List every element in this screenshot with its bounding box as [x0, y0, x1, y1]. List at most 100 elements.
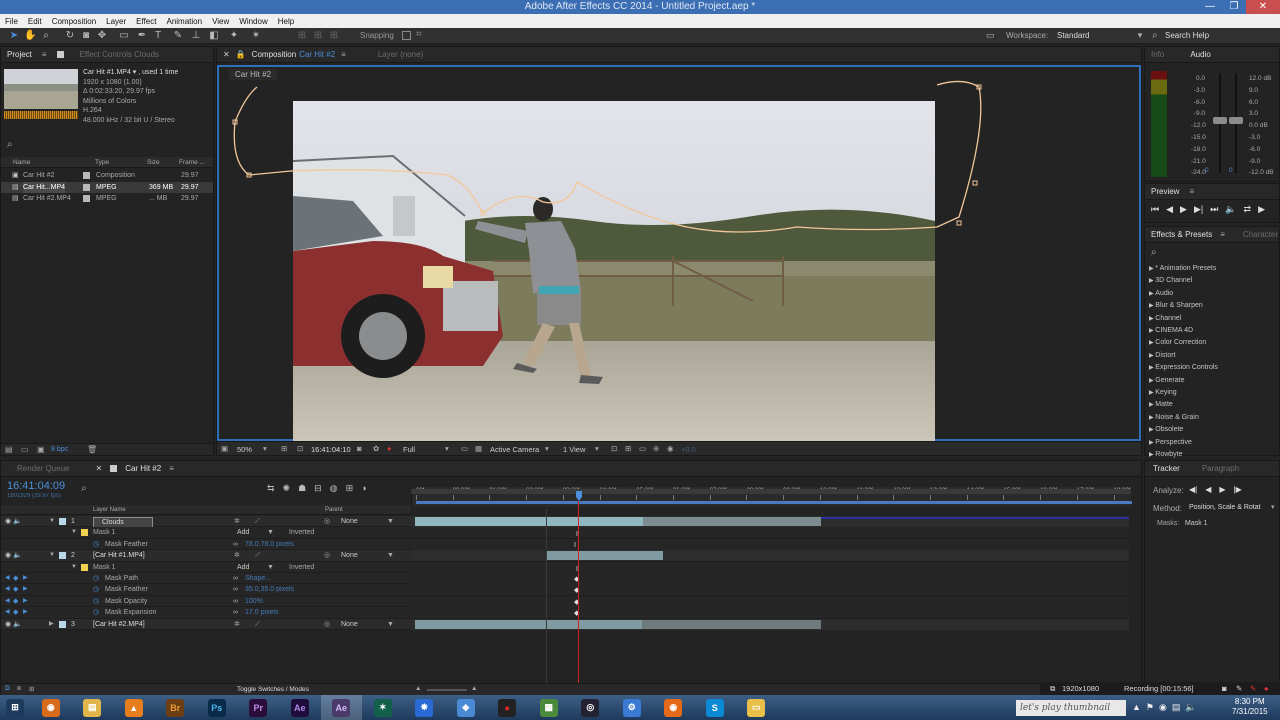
search-icon[interactable]: ⌕ [81, 483, 87, 494]
stopwatch-icon[interactable]: ◷ [93, 607, 99, 618]
analyze-forward-1-icon[interactable]: |▶ [1234, 485, 1242, 494]
magnification-dropdown[interactable]: 50% [237, 445, 252, 454]
inverted-checkbox[interactable]: Inverted [289, 562, 314, 573]
search-icon[interactable]: ⌕ [1151, 247, 1157, 258]
menu-window[interactable]: Window [234, 17, 272, 26]
tab-layer[interactable]: Layer (none) [378, 50, 423, 59]
toggle-switches-modes-button[interactable]: Toggle Switches / Modes [237, 686, 309, 693]
parent-pickwhip-icon[interactable]: ◎ [324, 516, 330, 527]
label-color-swatch[interactable] [59, 552, 66, 560]
timeline-timecode[interactable]: 16:41:04:09 [7, 480, 65, 492]
audio-right-value[interactable]: 0 [1229, 167, 1233, 174]
clone-stamp-tool-icon[interactable]: ⊥ [190, 30, 202, 42]
taskbar-button[interactable]: Br [155, 695, 197, 720]
reset-exposure-icon[interactable]: ◉ [667, 444, 674, 453]
type-tool-icon[interactable]: T [152, 30, 164, 42]
effect-category[interactable]: ▶ Channel [1149, 313, 1279, 325]
volume-slider-left[interactable] [1213, 117, 1227, 124]
record-icon[interactable]: ● [1264, 684, 1269, 693]
keyframe-prev-icon[interactable]: ◀ [5, 573, 10, 584]
taskbar-button[interactable]: S [694, 695, 736, 720]
layer-bar[interactable] [415, 517, 643, 526]
taskbar-button[interactable]: ✶ [362, 695, 404, 720]
taskbar-button[interactable]: ◈ [445, 695, 487, 720]
pen-tool-icon[interactable]: ✒ [136, 30, 148, 42]
taskbar-thumbnail-label[interactable]: let's play thumbnail [1016, 700, 1126, 716]
tab-paragraph[interactable]: Paragraph [1202, 464, 1239, 473]
parent-dropdown[interactable]: None [341, 619, 358, 630]
show-snapshot-icon[interactable]: ✿ [373, 444, 379, 453]
parent-pickwhip-icon[interactable]: ◎ [324, 619, 330, 630]
network-icon[interactable]: ▤ [1172, 702, 1181, 713]
snapping-options-icon[interactable]: ⌗ [416, 29, 422, 40]
menu-layer[interactable]: Layer [101, 17, 131, 26]
loop-icon[interactable]: ⇄ [1244, 204, 1252, 215]
audio-toggle-icon[interactable]: 🔈 [13, 516, 22, 527]
stopwatch-icon[interactable]: ◷ [93, 596, 99, 607]
view-axis-icon[interactable]: ⊞ [328, 30, 340, 42]
stopwatch-icon[interactable]: ◷ [93, 539, 99, 550]
effect-category[interactable]: ▶ * Animation Presets [1149, 263, 1279, 275]
layer-bar[interactable] [547, 551, 663, 561]
always-preview-icon[interactable]: ▣ [221, 444, 228, 453]
taskbar-button[interactable]: ▭ [736, 695, 778, 720]
menu-view[interactable]: View [207, 17, 234, 26]
track-area[interactable]: ◆ [411, 584, 1129, 596]
layer-row[interactable]: ◉ 🔈 ▼ 2 [Car Hit #1.MP4] ✲ ⟋ ◎ None ▼ [1, 550, 1129, 562]
label-color-swatch[interactable] [59, 518, 66, 525]
camera-dropdown[interactable]: Active Camera [490, 445, 539, 454]
axis-mode-icon[interactable]: ⊞ [296, 30, 308, 42]
mask-row[interactable]: I ▼ Mask 1 Add ▼ Inverted [1, 527, 1129, 539]
chevron-down-icon[interactable]: ▾ [595, 444, 599, 453]
bpc-button[interactable]: 8 bpc [51, 446, 68, 453]
close-button[interactable]: ✕ [1246, 0, 1280, 14]
comp-viewer[interactable] [217, 67, 1141, 441]
link-icon[interactable]: ∞ [233, 539, 238, 550]
menu-help[interactable]: Help [273, 17, 299, 26]
close-icon[interactable]: ✕ [223, 50, 230, 59]
property-value[interactable]: 78.0,78.0 pixels [245, 539, 294, 550]
draw-icon[interactable]: ✎ [1236, 684, 1242, 693]
keyframe-add-icon[interactable]: ◆ [13, 596, 18, 607]
lock-icon[interactable]: 🔒 [236, 50, 246, 59]
transparency-grid-icon[interactable]: ▦ [475, 444, 482, 453]
taskbar-button[interactable]: ▤ [72, 695, 114, 720]
keyframe-prev-icon[interactable]: ◀ [5, 596, 10, 607]
tab-comp-name[interactable]: Car Hit #2 [299, 50, 335, 59]
keyframe-next-icon[interactable]: ▶ [23, 596, 28, 607]
mask-mode-dropdown[interactable]: Add [237, 527, 249, 538]
effect-category[interactable]: ▶ Distort [1149, 350, 1279, 362]
taskbar-button[interactable]: ◉ [653, 695, 695, 720]
layer-name[interactable]: [Car Hit #2.MP4] [93, 619, 145, 630]
views-dropdown[interactable]: 1 View [563, 445, 585, 454]
disclosure-triangle-icon[interactable]: ▼ [49, 550, 55, 561]
track-area[interactable] [411, 550, 1129, 562]
tab-menu-icon[interactable]: ≡ [169, 464, 174, 473]
layer-name[interactable]: Clouds [93, 517, 153, 528]
property-value[interactable]: Shape... [245, 573, 271, 584]
quality-switch-icon[interactable]: ⟋ [255, 550, 260, 561]
property-value[interactable]: 35.0,35.0 pixels [245, 584, 294, 595]
chevron-down-icon[interactable]: ▾ [1271, 503, 1275, 511]
effect-category[interactable]: ▶ CINEMA 4D [1149, 325, 1279, 337]
taskbar-button[interactable]: ◉ [30, 695, 72, 720]
restore-button[interactable]: ❐ [1222, 0, 1246, 14]
mask-name[interactable]: Mask 1 [93, 562, 116, 573]
effect-category[interactable]: ▶ Generate [1149, 375, 1279, 387]
mask-color-swatch[interactable] [81, 563, 88, 571]
previous-frame-icon[interactable]: ◀ [1166, 204, 1173, 215]
volume-slider-right[interactable] [1229, 117, 1243, 124]
workspace-dropdown[interactable]: Standard [1057, 31, 1089, 40]
taskbar-button[interactable]: ▩ [528, 695, 570, 720]
roto-brush-tool-icon[interactable]: ✦ [228, 30, 240, 42]
list-item[interactable]: ▣ Car Hit #2 Composition 29.97 [1, 170, 213, 182]
exposure-value[interactable]: +0.0 [681, 445, 696, 454]
taskbar-button[interactable]: ◎ [570, 695, 612, 720]
tab-preview[interactable]: Preview [1151, 187, 1179, 196]
layer-bar[interactable] [415, 619, 642, 629]
effect-category[interactable]: ▶ Matte [1149, 399, 1279, 411]
audio-toggle-icon[interactable]: 🔈 [13, 619, 22, 630]
eye-icon[interactable]: ◉ [5, 550, 11, 561]
inverted-checkbox[interactable]: Inverted [289, 527, 314, 538]
tab-composition[interactable]: Composition [252, 50, 296, 59]
